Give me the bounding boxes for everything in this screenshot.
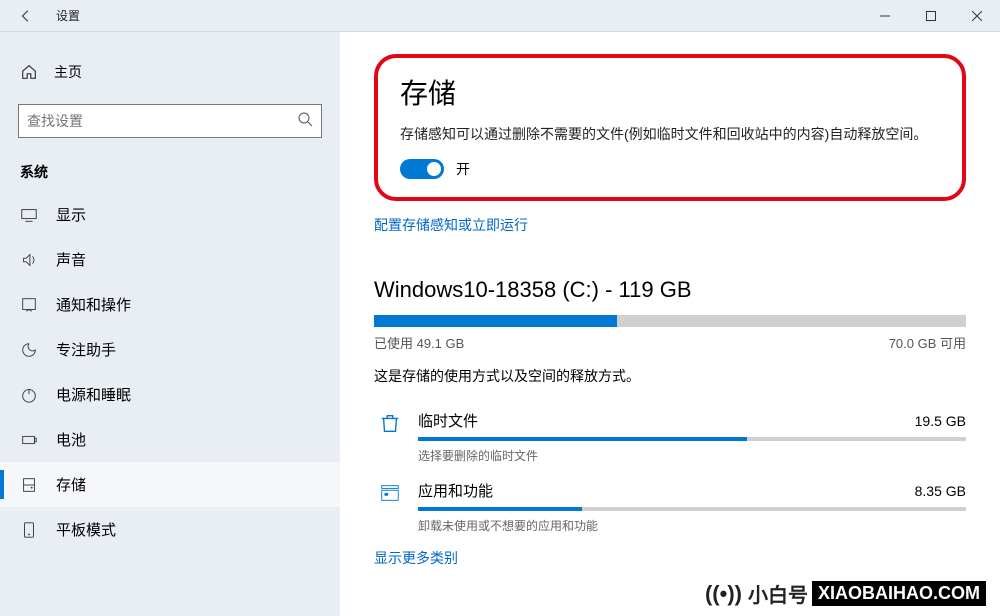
- category-name: 应用和功能: [418, 480, 493, 501]
- close-button[interactable]: [954, 0, 1000, 32]
- nav-icon: [20, 386, 40, 404]
- nav-icon: [20, 476, 40, 494]
- drive-title: Windows10-18358 (C:) - 119 GB: [374, 277, 966, 303]
- sidebar-item-0[interactable]: 显示: [0, 192, 340, 237]
- storage-sense-description: 存储感知可以通过删除不需要的文件(例如临时文件和回收站中的内容)自动释放空间。: [400, 124, 940, 145]
- highlight-box: 存储 存储感知可以通过删除不需要的文件(例如临时文件和回收站中的内容)自动释放空…: [374, 54, 966, 201]
- nav-label: 存储: [56, 474, 86, 495]
- category-subtext: 卸载未使用或不想要的应用和功能: [418, 517, 966, 534]
- sidebar: 主页 系统 显示声音通知和操作专注助手电源和睡眠电池存储平板模式: [0, 32, 340, 616]
- storage-category[interactable]: 应用和功能 8.35 GB 卸载未使用或不想要的应用和功能: [374, 474, 966, 544]
- category-icon: [374, 480, 406, 504]
- nav-label: 电源和睡眠: [56, 384, 131, 405]
- storage-sense-toggle[interactable]: [400, 159, 444, 179]
- nav-label: 显示: [56, 204, 86, 225]
- sidebar-item-2[interactable]: 通知和操作: [0, 282, 340, 327]
- storage-breakdown-desc: 这是存储的使用方式以及空间的释放方式。: [374, 366, 966, 386]
- search-box[interactable]: [18, 104, 322, 138]
- nav-label: 电池: [56, 429, 86, 450]
- nav-icon: [20, 206, 40, 224]
- home-icon: [20, 63, 40, 81]
- antenna-icon: ((•)): [705, 581, 742, 607]
- nav-icon: [20, 251, 40, 269]
- category-icon: [374, 410, 406, 434]
- category-size: 19.5 GB: [915, 413, 966, 429]
- nav-icon: [20, 521, 40, 539]
- sidebar-item-7[interactable]: 平板模式: [0, 507, 340, 552]
- nav-label: 通知和操作: [56, 294, 131, 315]
- maximize-button[interactable]: [908, 0, 954, 32]
- sidebar-home-label: 主页: [54, 62, 82, 82]
- category-size: 8.35 GB: [915, 483, 966, 499]
- minimize-button[interactable]: [862, 0, 908, 32]
- nav-icon: [20, 296, 40, 314]
- free-label: 70.0 GB 可用: [889, 333, 966, 352]
- nav-icon: [20, 341, 40, 359]
- show-more-categories-link[interactable]: 显示更多类别: [374, 548, 966, 568]
- category-subtext: 选择要删除的临时文件: [418, 447, 966, 464]
- category-bar: [418, 437, 966, 441]
- configure-storage-sense-link[interactable]: 配置存储感知或立即运行: [374, 215, 966, 235]
- search-input[interactable]: [27, 113, 297, 129]
- sidebar-item-5[interactable]: 电池: [0, 417, 340, 462]
- storage-category[interactable]: 临时文件 19.5 GB 选择要删除的临时文件: [374, 404, 966, 474]
- page-title: 存储: [400, 72, 940, 112]
- content-area: 存储 存储感知可以通过删除不需要的文件(例如临时文件和回收站中的内容)自动释放空…: [340, 32, 1000, 616]
- sidebar-item-3[interactable]: 专注助手: [0, 327, 340, 372]
- sidebar-home[interactable]: 主页: [0, 54, 340, 90]
- nav-label: 平板模式: [56, 519, 116, 540]
- sidebar-item-4[interactable]: 电源和睡眠: [0, 372, 340, 417]
- drive-usage-bar: [374, 315, 966, 327]
- category-name: 临时文件: [418, 410, 478, 431]
- watermark: ((•)) 小白号 XIAOBAIHAO.COM: [705, 579, 986, 608]
- used-label: 已使用 49.1 GB: [374, 333, 464, 352]
- search-icon: [297, 111, 313, 132]
- nav-label: 声音: [56, 249, 86, 270]
- sidebar-section-header: 系统: [0, 148, 340, 192]
- category-bar: [418, 507, 966, 511]
- toggle-label: 开: [456, 159, 470, 179]
- nav-label: 专注助手: [56, 339, 116, 360]
- sidebar-item-6[interactable]: 存储: [0, 462, 340, 507]
- nav-icon: [20, 431, 40, 449]
- back-button[interactable]: [14, 9, 38, 23]
- sidebar-item-1[interactable]: 声音: [0, 237, 340, 282]
- window-title: 设置: [56, 7, 80, 24]
